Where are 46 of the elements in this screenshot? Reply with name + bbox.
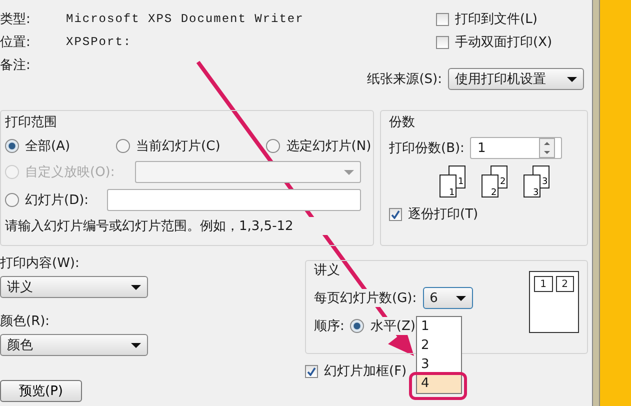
dropdown-item[interactable]: 4 [417, 374, 461, 393]
print-what-label: 打印内容(W): [0, 255, 80, 272]
per-page-dropdown[interactable]: 6 [422, 287, 473, 309]
paper-source-label: 纸张来源(S): [367, 71, 442, 88]
radio-label: 全部(A) [25, 137, 70, 155]
custom-show-dropdown[interactable] [135, 161, 361, 183]
color-dropdown[interactable]: 颜色 [0, 334, 148, 356]
slides-input-field[interactable] [107, 189, 361, 211]
slide-number: 2 [556, 276, 574, 292]
checkbox[interactable] [436, 12, 449, 26]
radio-label: 自定义放映(O): [25, 163, 115, 181]
checkbox-label: 逐份打印(T) [408, 206, 478, 223]
checkbox[interactable] [436, 36, 449, 48]
slide-number: 1 [534, 276, 552, 292]
checkbox-label: 手动双面打印(X) [455, 34, 552, 51]
radio-label: 当前幻灯片(C) [136, 137, 220, 155]
color-label: 颜色(R): [0, 313, 51, 330]
info-label: 位置: [0, 34, 32, 51]
order-label: 顺序: [314, 318, 344, 335]
checkbox-label: 幻灯片加框(F) [324, 362, 407, 380]
info-label: 类型: [0, 11, 32, 28]
radio-label: 水平(Z) [370, 317, 416, 335]
copies-field[interactable]: 1 [470, 137, 562, 159]
copies-label: 打印份数(B): [389, 140, 464, 157]
radio-button[interactable] [266, 139, 280, 153]
paper-source-dropdown[interactable]: 使用打印机设置 [448, 68, 584, 90]
group-title: 打印范围 [5, 114, 58, 131]
highlight-frame [409, 372, 467, 400]
radio-button[interactable] [350, 319, 364, 333]
radio-label: 幻灯片(D): [25, 191, 89, 209]
info-value: Microsoft XPS Document Writer [66, 12, 304, 26]
info-value: XPSPort: [66, 35, 132, 49]
radio-label: 选定幻灯片(N) [286, 137, 372, 155]
checkbox[interactable] [305, 364, 318, 378]
checkbox-label: 打印到文件(L) [455, 11, 538, 28]
checkbox[interactable] [389, 208, 402, 220]
per-page-label: 每页幻灯片数(G): [314, 289, 417, 307]
radio-button[interactable] [116, 139, 130, 153]
preview-button[interactable]: 预览(P) [0, 380, 82, 402]
radio-button[interactable] [5, 139, 19, 153]
print-what-dropdown[interactable]: 讲义 [0, 276, 148, 298]
radio-button[interactable] [5, 193, 19, 207]
group-title: 份数 [389, 114, 416, 131]
group-title: 讲义 [314, 262, 341, 279]
info-label: 备注: [0, 57, 32, 74]
spin-arrows-icon[interactable] [539, 138, 556, 158]
